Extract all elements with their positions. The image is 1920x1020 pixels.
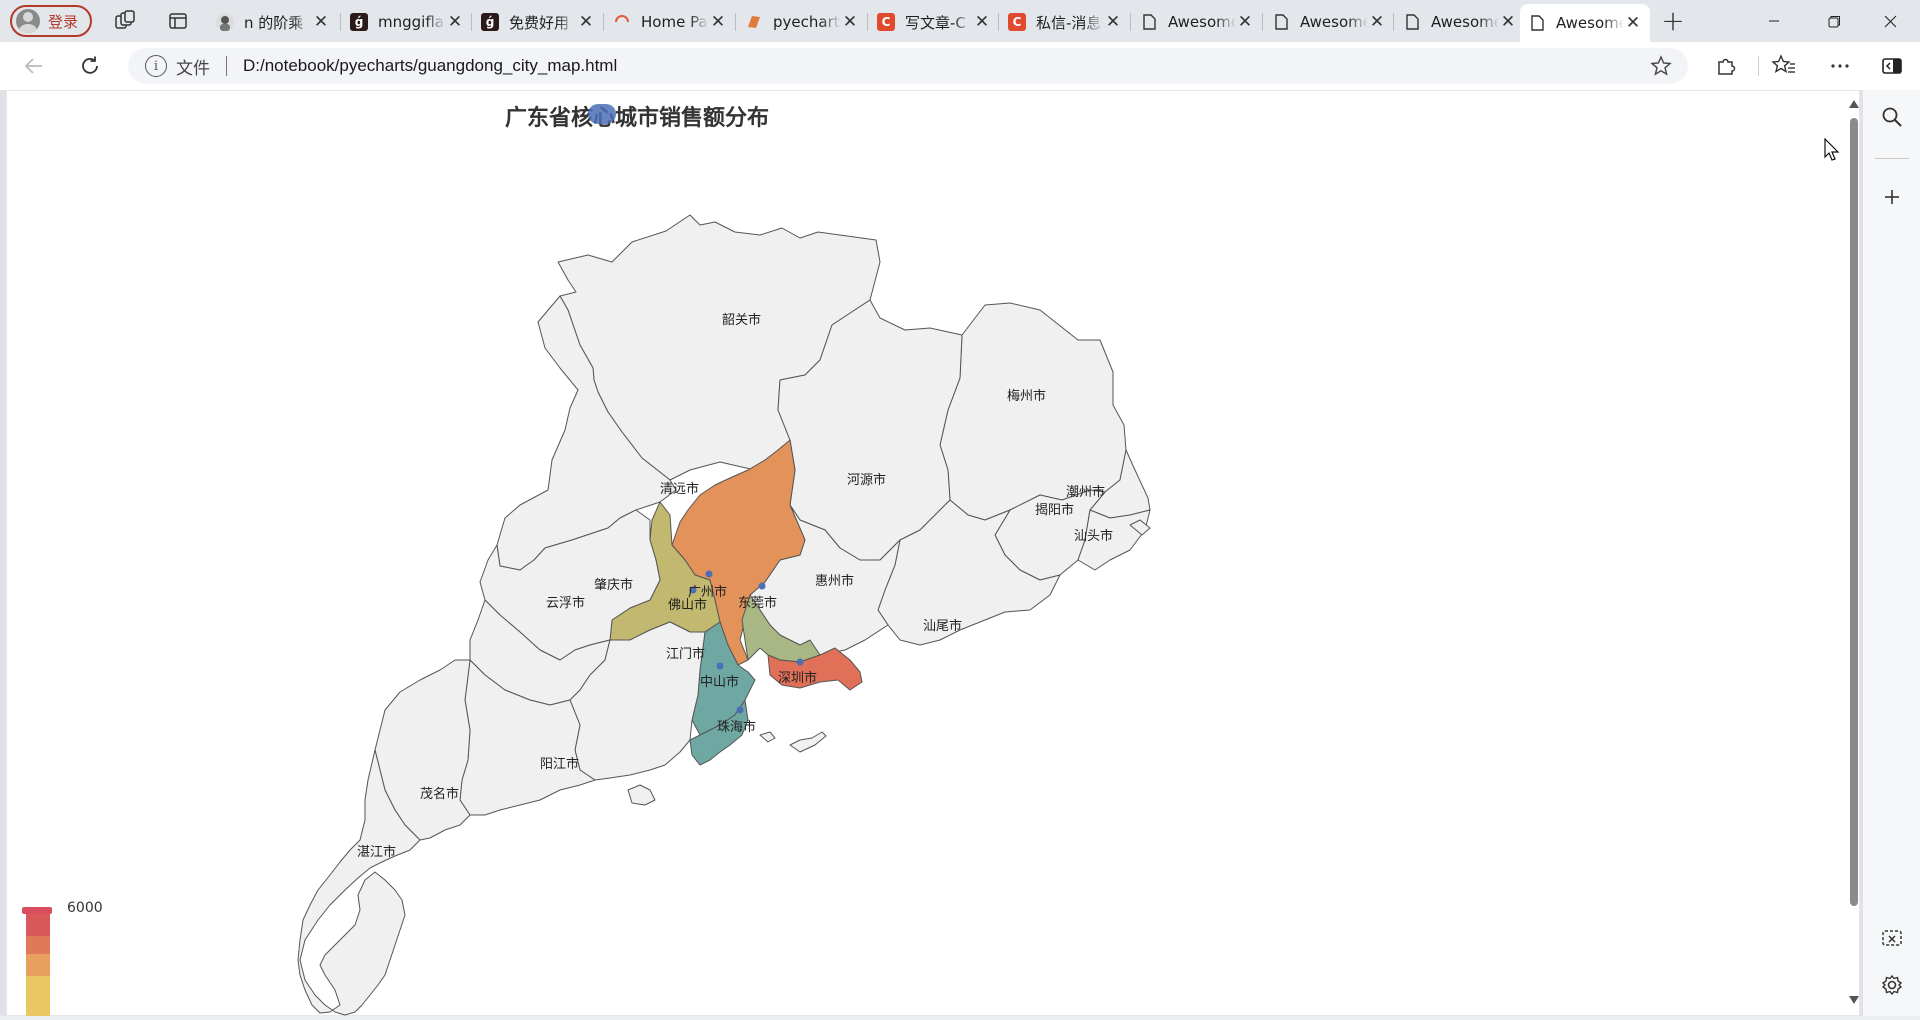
settings-gear-icon[interactable] xyxy=(1879,972,1905,998)
island xyxy=(627,784,656,806)
city-label: 湛江市 xyxy=(357,844,396,860)
legend-band xyxy=(26,936,50,954)
mouse-cursor-icon xyxy=(1824,137,1840,166)
city-label: 江门市 xyxy=(666,646,705,662)
city-label: 潮州市 xyxy=(1066,484,1105,500)
city-label: 佛山市 xyxy=(668,597,707,613)
city-label: 珠海市 xyxy=(717,719,756,735)
island xyxy=(759,731,776,743)
city-label: 云浮市 xyxy=(546,595,585,611)
visual-map-legend xyxy=(22,907,52,1016)
screenshot-icon[interactable] xyxy=(1879,926,1905,952)
edge-sidebar xyxy=(1862,90,1920,1016)
point-dongguan[interactable] xyxy=(758,582,766,590)
scroll-up-arrow-icon[interactable] xyxy=(1849,100,1859,108)
legend-handle[interactable] xyxy=(22,907,52,914)
point-shenzhen[interactable] xyxy=(796,658,804,666)
city-label: 肇庆市 xyxy=(594,577,633,593)
point-zhongshan[interactable] xyxy=(716,662,724,670)
city-label: 中山市 xyxy=(700,674,739,690)
city-label: 东莞市 xyxy=(738,595,777,611)
legend-band xyxy=(26,976,50,1016)
city-label: 韶关市 xyxy=(722,312,761,328)
city-label: 揭阳市 xyxy=(1035,502,1074,518)
city-label: 河源市 xyxy=(847,472,886,488)
city-label: 阳江市 xyxy=(540,756,579,772)
city-label: 茂名市 xyxy=(420,786,459,802)
legend-band xyxy=(26,914,50,936)
legend-max-label: 6000 xyxy=(67,900,103,916)
legend-band xyxy=(26,954,50,976)
city-label: 梅州市 xyxy=(1007,388,1046,404)
city-label: 清远市 xyxy=(660,481,699,497)
search-icon[interactable] xyxy=(1879,104,1905,130)
city-label: 汕头市 xyxy=(1074,528,1113,544)
add-icon[interactable] xyxy=(1879,184,1905,210)
city-label: 惠州市 xyxy=(815,573,854,589)
city-label: 深圳市 xyxy=(778,670,817,686)
city-label: 汕尾市 xyxy=(923,618,962,634)
island xyxy=(789,731,827,753)
map-regions xyxy=(297,214,1151,1016)
point-zhuhai[interactable] xyxy=(736,706,744,714)
scrollbar-thumb[interactable] xyxy=(1850,118,1858,906)
guangdong-map: 韶关市 梅州市 清远市 河源市 潮州市 揭阳市 汕头市 惠州市 肇庆市 广州市 … xyxy=(22,214,1151,1016)
title-marker-point xyxy=(588,104,616,124)
point-guangzhou[interactable] xyxy=(705,570,713,578)
scroll-down-arrow-icon[interactable] xyxy=(1849,996,1859,1004)
chart-title: 广东省核心城市销售额分布 xyxy=(505,106,770,131)
